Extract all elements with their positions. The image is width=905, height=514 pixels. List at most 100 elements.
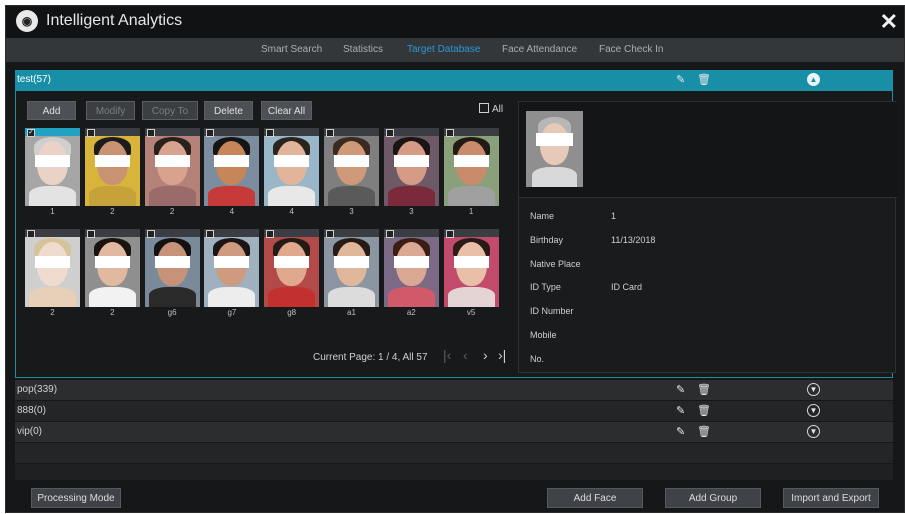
- face-thumbnail[interactable]: 2: [84, 128, 140, 216]
- edit-icon[interactable]: ✎: [676, 73, 685, 86]
- privacy-mask: [214, 155, 250, 167]
- face-photo: [324, 128, 379, 206]
- field-name-value: 1: [611, 211, 617, 221]
- face-label: g8: [287, 308, 297, 317]
- last-page-icon[interactable]: ›|: [498, 347, 506, 363]
- photo-body: [148, 186, 196, 206]
- face-thumbnail[interactable]: ✓ 1: [25, 128, 80, 216]
- face-photo: [264, 229, 320, 307]
- face-thumbnail[interactable]: g6: [144, 229, 200, 317]
- field-id-type-value: ID Card: [611, 282, 643, 292]
- copy-to-button[interactable]: Copy To: [142, 101, 198, 120]
- face-checkbox[interactable]: [27, 230, 35, 238]
- face-checkbox[interactable]: [206, 129, 215, 137]
- add-face-button[interactable]: Add Face: [547, 488, 643, 508]
- photo-body: [328, 287, 375, 307]
- face-photo: [383, 229, 439, 307]
- group-row-888[interactable]: 888(0) ✎ 🗑 ▼: [15, 401, 893, 421]
- tab-target-database[interactable]: Target Database: [407, 44, 480, 55]
- app-logo-icon: ◉: [16, 10, 38, 32]
- face-photo: [25, 229, 80, 307]
- trash-icon[interactable]: 🗑: [697, 404, 711, 417]
- face-checkbox[interactable]: [146, 129, 155, 137]
- face-checkbox[interactable]: [326, 129, 334, 137]
- face-checkbox[interactable]: ✓: [27, 129, 35, 137]
- group-row-vip[interactable]: vip(0) ✎ 🗑 ▼: [15, 422, 893, 442]
- expand-chevron-icon[interactable]: ▼: [807, 383, 820, 396]
- group-detail-panel: Add Modify Copy To Delete Clear All All …: [15, 90, 897, 378]
- trash-icon[interactable]: 🗑: [697, 73, 711, 86]
- photo-body: [328, 186, 375, 206]
- face-checkbox[interactable]: [146, 230, 155, 238]
- face-checkbox[interactable]: [266, 129, 275, 137]
- face-checkbox[interactable]: [86, 230, 95, 238]
- privacy-mask: [334, 256, 369, 268]
- face-label: g6: [167, 308, 177, 317]
- face-thumbnail[interactable]: 4: [264, 128, 320, 216]
- face-thumbnail[interactable]: 4: [204, 128, 260, 216]
- face-label: 2: [110, 308, 115, 317]
- face-label: 2: [50, 308, 55, 317]
- face-thumbnail[interactable]: 2: [84, 229, 140, 317]
- select-all-checkbox[interactable]: All: [479, 103, 503, 115]
- import-export-button[interactable]: Import and Export: [783, 488, 879, 508]
- edit-icon[interactable]: ✎: [676, 383, 685, 396]
- all-checkbox-box[interactable]: [479, 103, 489, 113]
- face-checkbox[interactable]: [385, 230, 394, 238]
- face-thumbnail[interactable]: g7: [204, 229, 260, 317]
- face-thumbnail[interactable]: 2: [144, 128, 200, 216]
- face-checkbox[interactable]: [445, 129, 454, 137]
- tab-statistics[interactable]: Statistics: [343, 44, 383, 55]
- trash-icon[interactable]: 🗑: [697, 425, 711, 438]
- face-thumbnail[interactable]: 3: [383, 128, 439, 216]
- add-button[interactable]: Add: [27, 101, 76, 120]
- field-mobile-label: Mobile: [530, 330, 557, 340]
- privacy-mask: [214, 256, 250, 268]
- face-checkbox[interactable]: [385, 129, 394, 137]
- face-photo: [84, 128, 140, 206]
- face-thumbnail[interactable]: a1: [324, 229, 379, 317]
- face-thumbnail[interactable]: a2: [383, 229, 439, 317]
- tab-face-check-in[interactable]: Face Check In: [599, 44, 663, 55]
- face-thumbnail[interactable]: v5: [443, 229, 499, 317]
- face-thumbnail[interactable]: 1: [443, 128, 499, 216]
- delete-button[interactable]: Delete: [204, 101, 253, 120]
- face-checkbox[interactable]: [86, 129, 95, 137]
- privacy-mask: [35, 256, 70, 268]
- tab-face-attendance[interactable]: Face Attendance: [502, 44, 577, 55]
- face-thumbnail[interactable]: 3: [324, 128, 379, 216]
- group-row-test[interactable]: test(57) ✎ 🗑 ▲: [15, 70, 893, 90]
- face-label: 3: [349, 207, 354, 216]
- processing-mode-button[interactable]: Processing Mode: [31, 488, 121, 508]
- face-label: v5: [466, 308, 476, 317]
- face-label: a1: [347, 308, 356, 317]
- prev-page-icon[interactable]: ‹: [463, 347, 468, 363]
- expand-chevron-icon[interactable]: ▼: [807, 425, 820, 438]
- face-thumbnail[interactable]: 2: [25, 229, 80, 317]
- tab-smart-search[interactable]: Smart Search: [261, 44, 322, 55]
- trash-icon[interactable]: 🗑: [697, 383, 711, 396]
- face-checkbox[interactable]: [445, 230, 454, 238]
- clear-all-button[interactable]: Clear All: [261, 101, 312, 120]
- face-photo: [324, 229, 379, 307]
- edit-icon[interactable]: ✎: [676, 425, 685, 438]
- face-photo: [383, 128, 439, 206]
- face-checkbox[interactable]: [206, 230, 215, 238]
- face-checkbox[interactable]: [266, 230, 275, 238]
- collapse-chevron-icon[interactable]: ▲: [807, 73, 820, 86]
- group-list: test(57) ✎ 🗑 ▲ Add Modify Copy To Delete…: [15, 70, 897, 480]
- add-group-button[interactable]: Add Group: [665, 488, 761, 508]
- footer-bar: Processing Mode Add Face Add Group Impor…: [6, 482, 904, 514]
- first-page-icon[interactable]: |‹: [443, 347, 451, 363]
- next-page-icon[interactable]: ›: [483, 347, 488, 363]
- face-thumbnail[interactable]: g8: [264, 229, 320, 317]
- close-icon[interactable]: ✕: [880, 9, 898, 35]
- modify-button[interactable]: Modify: [86, 101, 135, 120]
- privacy-mask: [393, 256, 429, 268]
- expand-chevron-icon[interactable]: ▼: [807, 404, 820, 417]
- privacy-mask: [453, 256, 489, 268]
- face-checkbox[interactable]: [326, 230, 334, 238]
- edit-icon[interactable]: ✎: [676, 404, 685, 417]
- face-photo: [144, 128, 200, 206]
- group-row-pop[interactable]: pop(339) ✎ 🗑 ▼: [15, 380, 893, 400]
